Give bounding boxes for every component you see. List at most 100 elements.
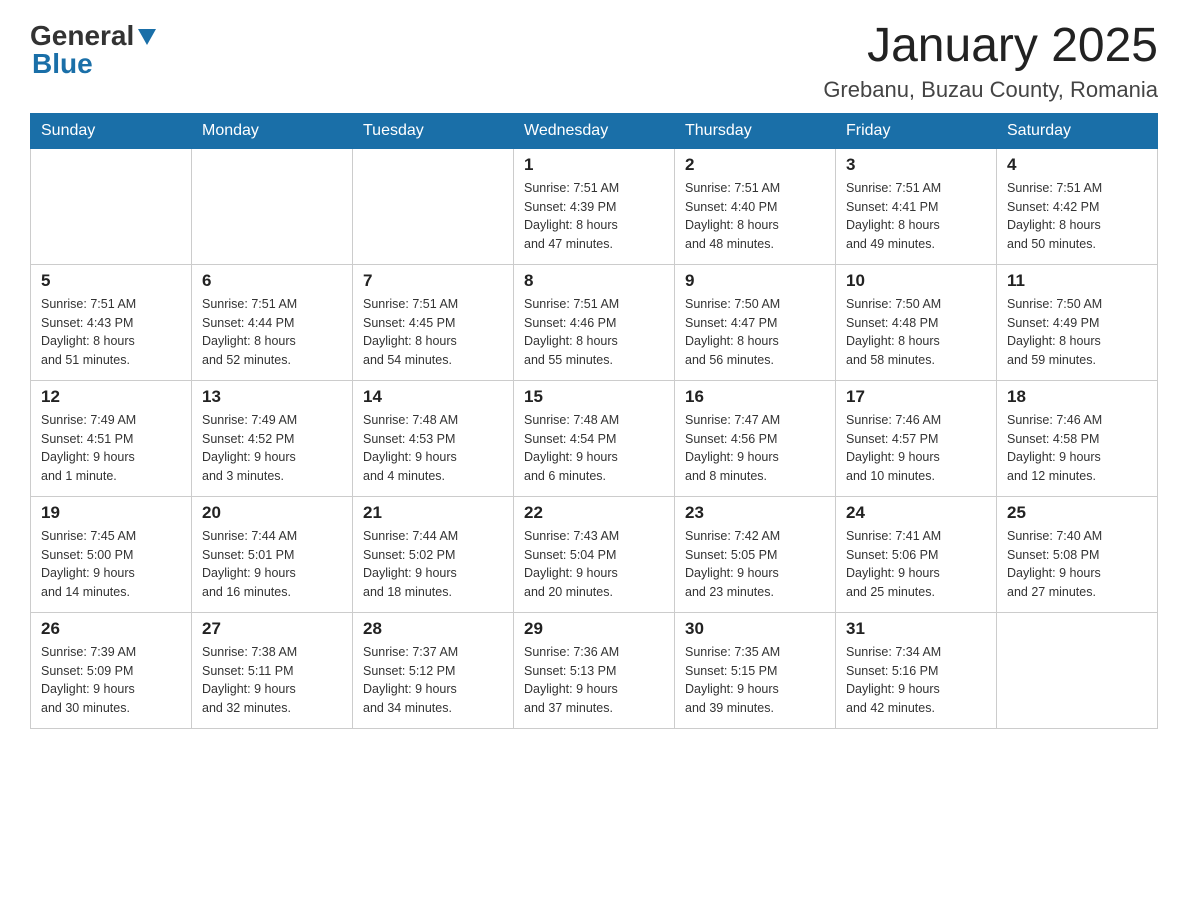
calendar-cell: 13 Sunrise: 7:49 AM Sunset: 4:52 PM Dayli… [192, 380, 353, 496]
day-number: 10 [846, 271, 986, 291]
calendar-week-row: 5 Sunrise: 7:51 AM Sunset: 4:43 PM Daylig… [31, 264, 1158, 380]
calendar-cell: 15Sunrise: 7:48 AM Sunset: 4:54 PM Dayli… [514, 380, 675, 496]
day-number: 7 [363, 271, 503, 291]
calendar-cell: 6 Sunrise: 7:51 AM Sunset: 4:44 PM Daylig… [192, 264, 353, 380]
day-number: 19 [41, 503, 181, 523]
day-info: Sunrise: 7:50 AM Sunset: 4:49 PM Dayligh… [1007, 295, 1147, 370]
weekday-header-saturday: Saturday [997, 113, 1158, 148]
day-number: 24 [846, 503, 986, 523]
day-info: Sunrise: 7:42 AM Sunset: 5:05 PM Dayligh… [685, 527, 825, 602]
calendar-week-row: 26Sunrise: 7:39 AM Sunset: 5:09 PM Dayli… [31, 612, 1158, 728]
weekday-header-monday: Monday [192, 113, 353, 148]
day-number: 5 [41, 271, 181, 291]
day-number: 27 [202, 619, 342, 639]
day-number: 20 [202, 503, 342, 523]
day-number: 12 [41, 387, 181, 407]
day-info: Sunrise: 7:51 AM Sunset: 4:39 PM Dayligh… [524, 179, 664, 254]
day-info: Sunrise: 7:39 AM Sunset: 5:09 PM Dayligh… [41, 643, 181, 718]
calendar-table: SundayMondayTuesdayWednesdayThursdayFrid… [30, 113, 1158, 729]
calendar-cell: 17 Sunrise: 7:46 AM Sunset: 4:57 PM Dayli… [836, 380, 997, 496]
day-info: Sunrise: 7:51 AM Sunset: 4:41 PM Dayligh… [846, 179, 986, 254]
calendar-cell: 19Sunrise: 7:45 AM Sunset: 5:00 PM Dayli… [31, 496, 192, 612]
day-number: 17 [846, 387, 986, 407]
calendar-cell: 31 Sunrise: 7:34 AM Sunset: 5:16 PM Dayli… [836, 612, 997, 728]
day-info: Sunrise: 7:44 AM Sunset: 5:01 PM Dayligh… [202, 527, 342, 602]
day-info: Sunrise: 7:46 AM Sunset: 4:57 PM Dayligh… [846, 411, 986, 486]
day-number: 14 [363, 387, 503, 407]
day-number: 6 [202, 271, 342, 291]
calendar-week-row: 1Sunrise: 7:51 AM Sunset: 4:39 PM Daylig… [31, 148, 1158, 264]
day-info: Sunrise: 7:51 AM Sunset: 4:45 PM Dayligh… [363, 295, 503, 370]
calendar-cell: 18 Sunrise: 7:46 AM Sunset: 4:58 PM Dayli… [997, 380, 1158, 496]
calendar-cell: 24 Sunrise: 7:41 AM Sunset: 5:06 PM Dayli… [836, 496, 997, 612]
calendar-cell: 1Sunrise: 7:51 AM Sunset: 4:39 PM Daylig… [514, 148, 675, 264]
day-info: Sunrise: 7:49 AM Sunset: 4:51 PM Dayligh… [41, 411, 181, 486]
day-info: Sunrise: 7:51 AM Sunset: 4:44 PM Dayligh… [202, 295, 342, 370]
day-number: 11 [1007, 271, 1147, 291]
calendar-cell: 21 Sunrise: 7:44 AM Sunset: 5:02 PM Dayli… [353, 496, 514, 612]
day-number: 28 [363, 619, 503, 639]
calendar-cell: 3 Sunrise: 7:51 AM Sunset: 4:41 PM Daylig… [836, 148, 997, 264]
calendar-cell: 7 Sunrise: 7:51 AM Sunset: 4:45 PM Daylig… [353, 264, 514, 380]
weekday-header-sunday: Sunday [31, 113, 192, 148]
day-number: 21 [363, 503, 503, 523]
day-info: Sunrise: 7:38 AM Sunset: 5:11 PM Dayligh… [202, 643, 342, 718]
day-info: Sunrise: 7:51 AM Sunset: 4:42 PM Dayligh… [1007, 179, 1147, 254]
weekday-header-row: SundayMondayTuesdayWednesdayThursdayFrid… [31, 113, 1158, 148]
day-info: Sunrise: 7:50 AM Sunset: 4:48 PM Dayligh… [846, 295, 986, 370]
calendar-cell: 14Sunrise: 7:48 AM Sunset: 4:53 PM Dayli… [353, 380, 514, 496]
day-number: 3 [846, 155, 986, 175]
day-number: 18 [1007, 387, 1147, 407]
day-info: Sunrise: 7:49 AM Sunset: 4:52 PM Dayligh… [202, 411, 342, 486]
day-info: Sunrise: 7:50 AM Sunset: 4:47 PM Dayligh… [685, 295, 825, 370]
calendar-cell: 9 Sunrise: 7:50 AM Sunset: 4:47 PM Daylig… [675, 264, 836, 380]
day-number: 8 [524, 271, 664, 291]
day-info: Sunrise: 7:44 AM Sunset: 5:02 PM Dayligh… [363, 527, 503, 602]
logo-triangle-icon [136, 25, 158, 47]
calendar-cell: 8Sunrise: 7:51 AM Sunset: 4:46 PM Daylig… [514, 264, 675, 380]
day-number: 22 [524, 503, 664, 523]
calendar-cell: 12 Sunrise: 7:49 AM Sunset: 4:51 PM Dayli… [31, 380, 192, 496]
weekday-header-friday: Friday [836, 113, 997, 148]
day-number: 16 [685, 387, 825, 407]
calendar-cell: 30 Sunrise: 7:35 AM Sunset: 5:15 PM Dayli… [675, 612, 836, 728]
weekday-header-thursday: Thursday [675, 113, 836, 148]
day-info: Sunrise: 7:34 AM Sunset: 5:16 PM Dayligh… [846, 643, 986, 718]
day-number: 31 [846, 619, 986, 639]
calendar-cell [192, 148, 353, 264]
calendar-cell: 29Sunrise: 7:36 AM Sunset: 5:13 PM Dayli… [514, 612, 675, 728]
calendar-cell: 10 Sunrise: 7:50 AM Sunset: 4:48 PM Dayli… [836, 264, 997, 380]
logo: General Blue [30, 20, 158, 80]
calendar-cell: 25Sunrise: 7:40 AM Sunset: 5:08 PM Dayli… [997, 496, 1158, 612]
day-info: Sunrise: 7:51 AM Sunset: 4:43 PM Dayligh… [41, 295, 181, 370]
calendar-cell: 11 Sunrise: 7:50 AM Sunset: 4:49 PM Dayli… [997, 264, 1158, 380]
location-title: Grebanu, Buzau County, Romania [823, 77, 1158, 103]
calendar-cell: 28 Sunrise: 7:37 AM Sunset: 5:12 PM Dayli… [353, 612, 514, 728]
weekday-header-wednesday: Wednesday [514, 113, 675, 148]
day-info: Sunrise: 7:37 AM Sunset: 5:12 PM Dayligh… [363, 643, 503, 718]
day-number: 13 [202, 387, 342, 407]
page-header: General Blue January 2025 Grebanu, Buzau… [30, 20, 1158, 103]
calendar-cell: 23Sunrise: 7:42 AM Sunset: 5:05 PM Dayli… [675, 496, 836, 612]
day-number: 29 [524, 619, 664, 639]
calendar-cell: 5 Sunrise: 7:51 AM Sunset: 4:43 PM Daylig… [31, 264, 192, 380]
calendar-week-row: 12 Sunrise: 7:49 AM Sunset: 4:51 PM Dayli… [31, 380, 1158, 496]
calendar-cell [353, 148, 514, 264]
calendar-cell: 4 Sunrise: 7:51 AM Sunset: 4:42 PM Daylig… [997, 148, 1158, 264]
day-info: Sunrise: 7:35 AM Sunset: 5:15 PM Dayligh… [685, 643, 825, 718]
day-info: Sunrise: 7:41 AM Sunset: 5:06 PM Dayligh… [846, 527, 986, 602]
day-number: 30 [685, 619, 825, 639]
day-info: Sunrise: 7:46 AM Sunset: 4:58 PM Dayligh… [1007, 411, 1147, 486]
weekday-header-tuesday: Tuesday [353, 113, 514, 148]
day-number: 9 [685, 271, 825, 291]
day-number: 2 [685, 155, 825, 175]
day-info: Sunrise: 7:47 AM Sunset: 4:56 PM Dayligh… [685, 411, 825, 486]
calendar-cell [31, 148, 192, 264]
month-title: January 2025 [823, 20, 1158, 73]
day-number: 25 [1007, 503, 1147, 523]
logo-blue-text: Blue [32, 48, 93, 80]
day-number: 4 [1007, 155, 1147, 175]
calendar-week-row: 19Sunrise: 7:45 AM Sunset: 5:00 PM Dayli… [31, 496, 1158, 612]
calendar-cell: 20 Sunrise: 7:44 AM Sunset: 5:01 PM Dayli… [192, 496, 353, 612]
calendar-cell: 2Sunrise: 7:51 AM Sunset: 4:40 PM Daylig… [675, 148, 836, 264]
